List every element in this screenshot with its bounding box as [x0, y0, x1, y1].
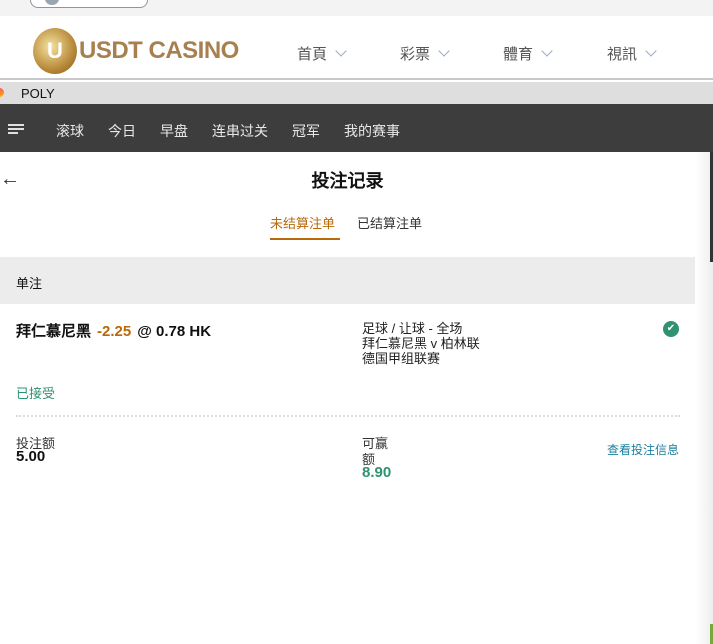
avatar-icon — [45, 0, 59, 5]
tab-settled[interactable]: 已结算注单 — [357, 213, 422, 232]
nav-home[interactable]: 首頁 — [297, 43, 347, 64]
provider-logo-icon — [0, 88, 4, 97]
active-tab-indicator — [270, 238, 340, 240]
chevron-down-icon — [438, 45, 450, 57]
check-circle-icon: ✔ — [663, 321, 679, 337]
browser-top-strip — [0, 0, 713, 16]
bet-selection: 拜仁慕尼黑 -2.25 @ 0.78 HK — [16, 320, 211, 341]
nav-label: 首頁 — [297, 46, 328, 63]
nav-label: 體育 — [503, 46, 534, 63]
nav-my-events[interactable]: 我的赛事 — [344, 121, 400, 141]
nav-lottery[interactable]: 彩票 — [400, 43, 450, 64]
chevron-down-icon — [645, 45, 657, 57]
section-header: 单注 — [0, 257, 695, 304]
chevron-down-icon — [335, 45, 347, 57]
handicap: -2.25 — [97, 323, 132, 340]
chevron-down-icon — [541, 45, 553, 57]
top-button[interactable] — [30, 0, 148, 8]
selection-name: 拜仁慕尼黑 — [16, 323, 92, 340]
league: 德国甲组联赛 — [362, 351, 441, 366]
win-value: 8.90 — [362, 464, 392, 481]
site-header: U USDT CASINO 首頁 彩票 體育 視訊 — [0, 16, 713, 80]
view-bet-details-link[interactable]: 查看投注信息 — [607, 441, 679, 458]
odds: 0.78 HK — [156, 323, 212, 340]
logo-text: USDT CASINO — [79, 37, 239, 64]
at-sign: @ — [137, 323, 152, 340]
nav-live[interactable]: 滚球 — [56, 121, 84, 141]
section-label: 单注 — [16, 276, 43, 291]
status-badge: 已接受 — [16, 386, 56, 401]
nav-sports[interactable]: 體育 — [503, 43, 553, 64]
divider — [16, 415, 680, 417]
provider-name: POLY — [21, 86, 55, 101]
nav-label: 視訊 — [607, 46, 638, 63]
stake-value: 5.00 — [16, 448, 46, 465]
sports-nav: 滚球 今日 早盘 连串过关 冠军 我的赛事 — [0, 104, 713, 152]
bet-history-panel: ← 投注记录 未结算注单 已结算注单 单注 拜仁慕尼黑 -2.25 @ 0.78 H… — [0, 152, 695, 644]
market: 足球 / 让球 - 全场 — [362, 321, 463, 336]
nav-video[interactable]: 視訊 — [607, 43, 657, 64]
logo[interactable]: U USDT CASINO — [33, 28, 239, 74]
match: 拜仁慕尼黑 v 柏林联 — [362, 336, 480, 351]
tab-unsettled[interactable]: 未结算注单 — [270, 213, 335, 232]
menu-icon[interactable] — [8, 124, 24, 134]
provider-bar: POLY — [0, 82, 713, 104]
bet-info: 足球 / 让球 - 全场 拜仁慕尼黑 v 柏林联 德国甲组联赛 — [362, 321, 480, 366]
nav-outright[interactable]: 冠军 — [292, 121, 320, 141]
nav-label: 彩票 — [400, 46, 431, 63]
logo-badge: U — [33, 28, 77, 74]
nav-parlay[interactable]: 连串过关 — [212, 121, 268, 141]
nav-early[interactable]: 早盘 — [160, 121, 188, 141]
page-title: 投注记录 — [311, 171, 384, 191]
nav-today[interactable]: 今日 — [108, 121, 136, 141]
